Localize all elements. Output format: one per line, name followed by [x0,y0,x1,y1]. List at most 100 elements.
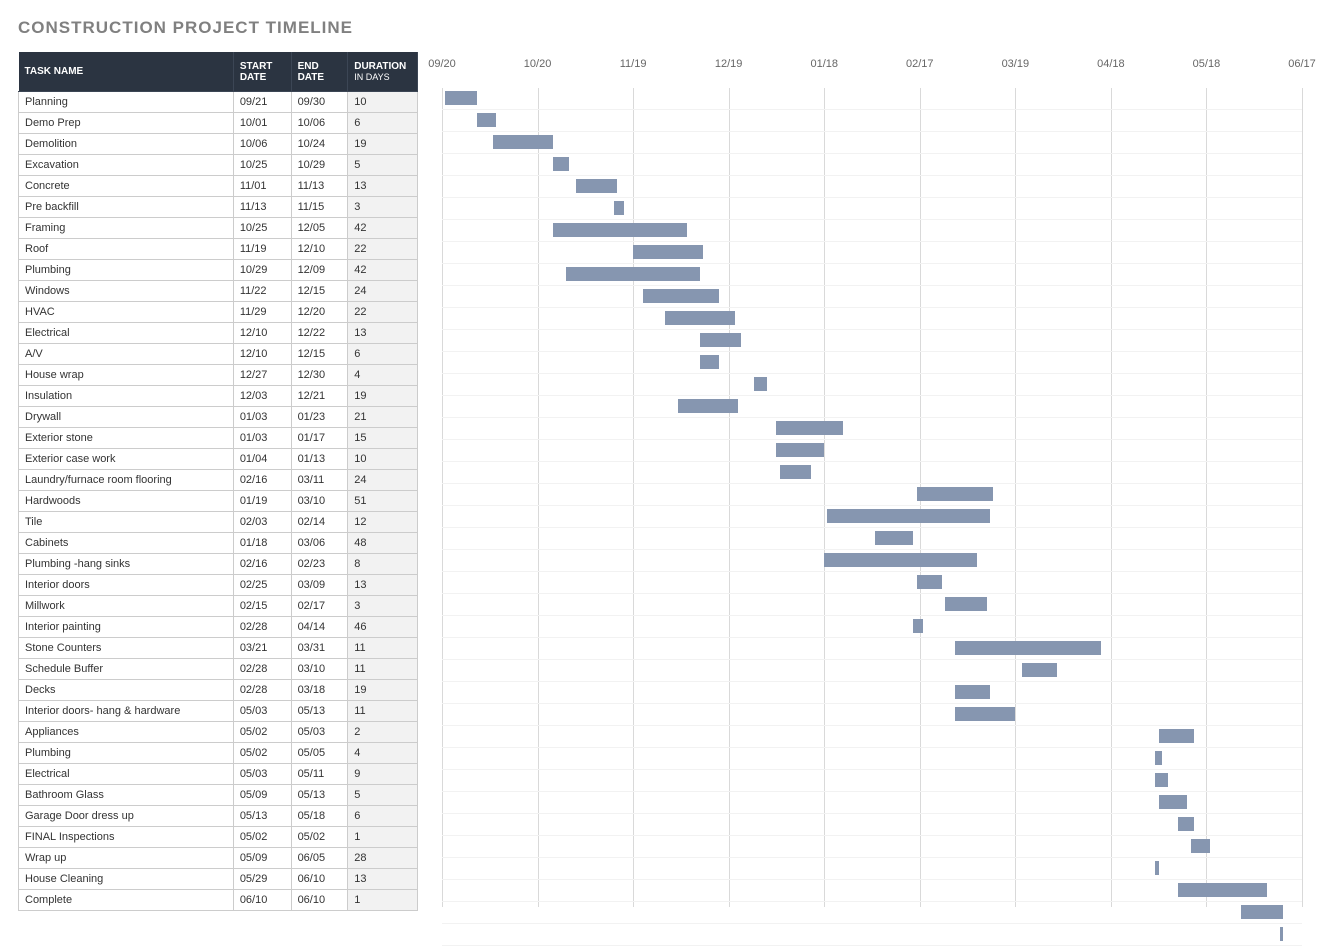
task-name-cell: Cabinets [19,533,234,554]
table-row: HVAC11/2912/2022 [19,302,418,323]
gantt-row [442,704,1302,726]
axis-tick-label: 05/18 [1193,58,1221,70]
table-row: Exterior case work01/0401/1310 [19,449,418,470]
start-date-cell: 09/21 [233,92,291,113]
duration-cell: 13 [348,575,418,596]
start-date-cell: 10/25 [233,218,291,239]
gantt-row [442,748,1302,770]
gantt-bar [678,399,739,413]
page-title: CONSTRUCTION PROJECT TIMELINE [18,18,1305,38]
table-row: Drywall01/0301/2321 [19,407,418,428]
table-row: Appliances05/0205/032 [19,722,418,743]
task-name-cell: Appliances [19,722,234,743]
gantt-bar [445,91,477,105]
gantt-row [442,264,1302,286]
table-row: Excavation10/2510/295 [19,155,418,176]
start-date-cell: 12/03 [233,386,291,407]
start-date-cell: 05/02 [233,722,291,743]
end-date-cell: 05/05 [291,743,348,764]
gantt-row [442,198,1302,220]
gantt-bar [1191,839,1210,853]
gantt-row [442,792,1302,814]
duration-cell: 51 [348,491,418,512]
gantt-row [442,396,1302,418]
start-date-cell: 02/25 [233,575,291,596]
start-date-cell: 05/02 [233,743,291,764]
gantt-row [442,858,1302,880]
task-name-cell: Plumbing [19,260,234,281]
end-date-cell: 12/09 [291,260,348,281]
gantt-bar [566,267,700,281]
start-date-cell: 02/16 [233,470,291,491]
task-name-cell: Schedule Buffer [19,659,234,680]
gantt-bar [875,531,913,545]
table-row: Interior painting02/2804/1446 [19,617,418,638]
duration-cell: 4 [348,743,418,764]
gantt-row [442,660,1302,682]
table-row: Pre backfill11/1311/153 [19,197,418,218]
task-name-cell: Tile [19,512,234,533]
duration-cell: 5 [348,785,418,806]
axis-tick-label: 04/18 [1097,58,1125,70]
gantt-bar [665,311,735,325]
task-name-cell: A/V [19,344,234,365]
gantt-row [442,242,1302,264]
gantt-row [442,638,1302,660]
table-row: Demo Prep10/0110/066 [19,113,418,134]
duration-cell: 24 [348,470,418,491]
end-date-cell: 10/29 [291,155,348,176]
gantt-bar [1022,663,1057,677]
start-date-cell: 10/01 [233,113,291,134]
start-date-cell: 12/10 [233,344,291,365]
gantt-bar [1280,927,1283,941]
gantt-row [442,374,1302,396]
duration-cell: 22 [348,302,418,323]
time-axis: 09/2010/2011/1912/1901/1802/1703/1904/18… [442,52,1302,88]
duration-cell: 13 [348,176,418,197]
gantt-row [442,616,1302,638]
table-row: House Cleaning05/2906/1013 [19,869,418,890]
table-row: FINAL Inspections05/0205/021 [19,827,418,848]
start-date-cell: 12/10 [233,323,291,344]
duration-cell: 19 [348,680,418,701]
end-date-cell: 12/15 [291,281,348,302]
gantt-bar [700,333,741,347]
task-name-cell: Laundry/furnace room flooring [19,470,234,491]
table-row: Garage Door dress up05/1305/186 [19,806,418,827]
duration-cell: 6 [348,113,418,134]
gantt-row [442,308,1302,330]
table-row: Windows11/2212/1524 [19,281,418,302]
task-name-cell: Framing [19,218,234,239]
gantt-bar [776,443,824,457]
start-date-cell: 02/28 [233,659,291,680]
col-task-name: TASK NAME [19,52,234,92]
start-date-cell: 02/15 [233,596,291,617]
task-name-cell: HVAC [19,302,234,323]
gantt-bar [1155,773,1168,787]
gantt-bar [1159,795,1188,809]
table-row: Exterior stone01/0301/1715 [19,428,418,449]
gantt-row [442,462,1302,484]
gantt-bar [1155,751,1161,765]
gantt-bar [754,377,767,391]
table-row: Wrap up05/0906/0528 [19,848,418,869]
gantt-bar [493,135,554,149]
table-row: Decks02/2803/1819 [19,680,418,701]
duration-cell: 3 [348,596,418,617]
end-date-cell: 06/10 [291,869,348,890]
end-date-cell: 12/15 [291,344,348,365]
task-name-cell: Interior doors- hang & hardware [19,701,234,722]
end-date-cell: 02/17 [291,596,348,617]
axis-tick-label: 02/17 [906,58,934,70]
end-date-cell: 03/31 [291,638,348,659]
gantt-row [442,880,1302,902]
col-end-date: END DATE [291,52,348,92]
col-start-date: START DATE [233,52,291,92]
task-name-cell: Wrap up [19,848,234,869]
gantt-row [442,902,1302,924]
axis-tick-label: 12/19 [715,58,743,70]
gantt-bar [1159,729,1194,743]
duration-cell: 6 [348,344,418,365]
start-date-cell: 05/03 [233,764,291,785]
axis-tick-label: 01/18 [810,58,838,70]
